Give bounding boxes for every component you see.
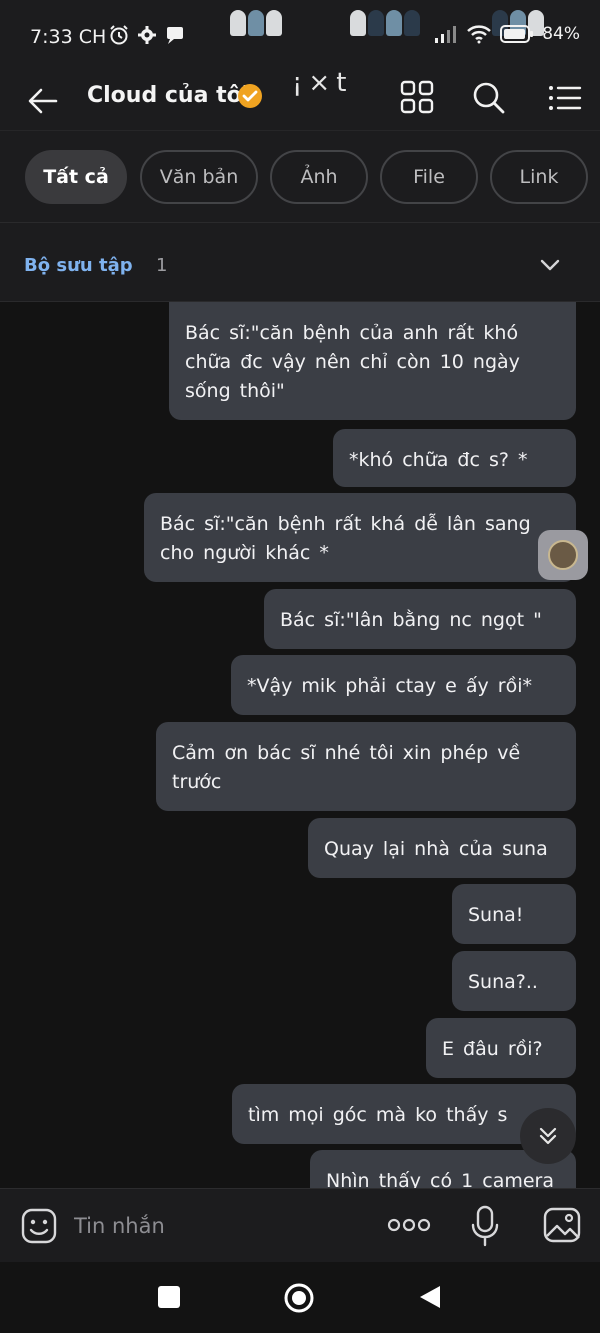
triangle-back-icon	[420, 1286, 440, 1308]
image-icon	[543, 1207, 581, 1243]
message-bubble[interactable]: Bác sĩ:"lân bằng nc ngọt "	[264, 589, 576, 649]
clock-period: CH	[78, 26, 107, 48]
sticker-decoration-icon	[230, 10, 282, 36]
page-title: Cloud của tôi	[87, 83, 250, 108]
double-chevron-down-icon	[539, 1127, 557, 1145]
avatar	[548, 540, 578, 570]
arrow-left-icon	[28, 88, 58, 114]
microphone-icon	[471, 1205, 499, 1247]
message-bubble[interactable]: Suna!	[452, 884, 576, 944]
floating-avatar-bubble[interactable]	[538, 530, 588, 580]
tab-links[interactable]: Link	[490, 150, 588, 204]
message-bubble[interactable]: E đâu rồi?	[426, 1018, 576, 1078]
status-notification-icons	[108, 24, 186, 46]
message-bubble[interactable]: *khó chữa đc s? *	[333, 429, 576, 487]
message-bubble[interactable]: Quay lại nhà của suna	[308, 818, 576, 878]
grid-icon	[400, 80, 434, 114]
home-circle-icon	[284, 1283, 314, 1313]
message-bubble[interactable]: Bác sĩ:"căn bệnh rất khá dễ lân sang cho…	[144, 493, 576, 582]
status-bar: 7:33 CH 84%	[0, 0, 600, 72]
app-header: Cloud của tôi ¡×t	[0, 68, 600, 130]
system-navigation-bar	[0, 1262, 600, 1333]
message-bubble[interactable]: Bác sĩ:"căn bệnh của anh rất khó chữa đc…	[169, 302, 576, 420]
more-dots-icon	[387, 1218, 431, 1232]
search-icon	[473, 82, 505, 114]
list-menu-icon	[549, 86, 582, 110]
sticker-decoration-icon	[350, 10, 420, 36]
status-time: 7:33 CH	[30, 26, 106, 48]
tab-all[interactable]: Tất cả	[25, 150, 127, 204]
emoji-icon	[21, 1208, 57, 1244]
status-system-icons: 84%	[434, 24, 580, 44]
collection-count: 1	[156, 255, 168, 276]
attach-image-button[interactable]	[542, 1206, 582, 1244]
message-bubble[interactable]: Suna?..	[452, 951, 576, 1011]
collection-label: Bộ sưu tập	[24, 255, 133, 276]
message-bubble[interactable]: Cảm ơn bác sĩ nhé tôi xin phép về trước	[156, 722, 576, 811]
wifi-icon	[467, 25, 492, 44]
signal-icon	[435, 26, 457, 43]
message-bubble[interactable]: *Vậy mik phải ctay e ấy rồi*	[231, 655, 576, 715]
grid-view-button[interactable]	[398, 78, 436, 116]
tab-files[interactable]: File	[380, 150, 478, 204]
more-options-button[interactable]	[386, 1211, 432, 1239]
message-input-bar	[0, 1188, 600, 1262]
clock-time: 7:33	[30, 26, 73, 48]
battery-percent: 84%	[542, 24, 580, 44]
settings-gear-icon	[138, 26, 156, 44]
message-input[interactable]	[72, 1203, 362, 1249]
menu-button[interactable]	[544, 78, 584, 118]
emoji-button[interactable]	[20, 1207, 58, 1245]
alarm-icon	[110, 25, 128, 45]
message-notification-icon	[167, 27, 183, 44]
back-button[interactable]	[22, 80, 64, 122]
home-button[interactable]	[283, 1282, 315, 1314]
system-back-button[interactable]	[418, 1284, 442, 1310]
tab-images[interactable]: Ảnh	[270, 150, 368, 204]
collection-row[interactable]: Bộ sưu tập 1	[0, 222, 600, 302]
search-button[interactable]	[468, 77, 508, 117]
message-list[interactable]: Bác sĩ:"căn bệnh của anh rất khó chữa đc…	[0, 302, 600, 1188]
chevron-down-icon	[538, 257, 562, 273]
verified-badge-icon	[236, 82, 264, 110]
sticker-text: ¡×t	[292, 68, 353, 98]
scroll-to-bottom-button[interactable]	[520, 1108, 576, 1164]
filter-tabs: Tất cả Văn bản Ảnh File Link	[0, 130, 600, 222]
recent-apps-button[interactable]	[158, 1286, 180, 1308]
battery-icon	[500, 25, 534, 43]
tab-text[interactable]: Văn bản	[140, 150, 258, 204]
voice-record-button[interactable]	[470, 1205, 500, 1247]
